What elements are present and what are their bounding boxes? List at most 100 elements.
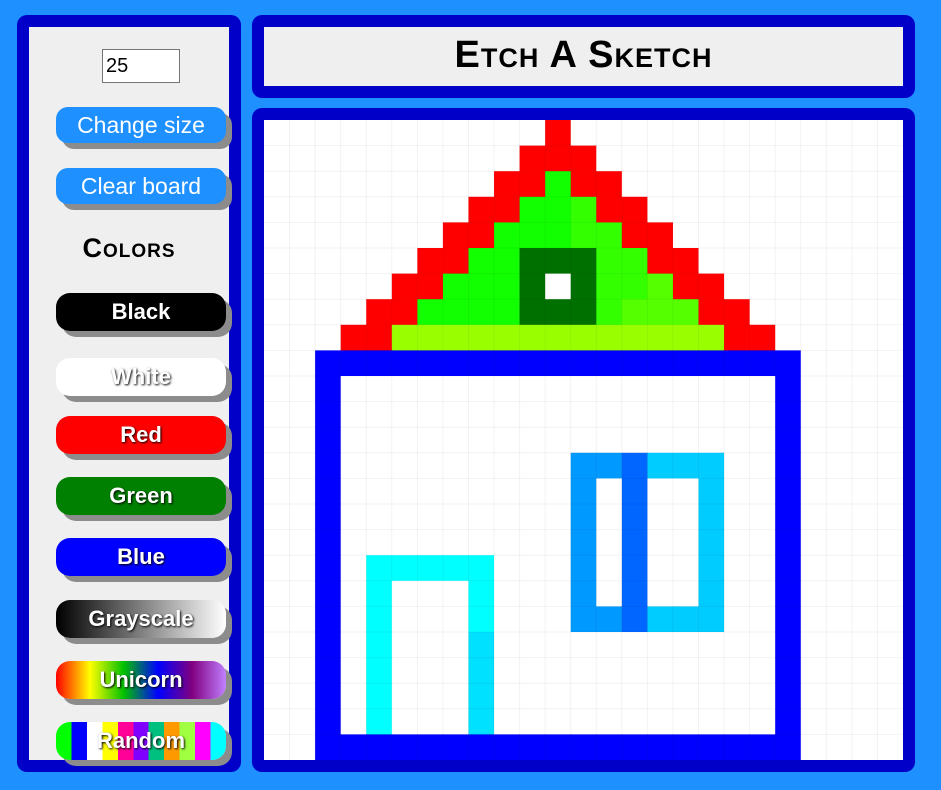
grid-cell[interactable]: [775, 606, 802, 633]
grid-cell[interactable]: [724, 401, 751, 428]
grid-cell[interactable]: [877, 196, 903, 223]
grid-cell[interactable]: [391, 120, 418, 147]
grid-cell[interactable]: [775, 401, 802, 428]
grid-cell[interactable]: [672, 248, 700, 275]
grid-cell[interactable]: [698, 708, 725, 735]
grid-cell[interactable]: [494, 324, 521, 351]
grid-cell[interactable]: [315, 196, 342, 223]
grid-cell[interactable]: [596, 350, 623, 377]
grid-cell[interactable]: [621, 580, 648, 607]
grid-cell[interactable]: [851, 324, 878, 351]
grid-cell[interactable]: [468, 171, 495, 198]
grid-cell[interactable]: [315, 504, 342, 531]
grid-cell[interactable]: [800, 222, 827, 249]
grid-cell[interactable]: [826, 299, 853, 326]
grid-cell[interactable]: [698, 196, 725, 223]
grid-cell[interactable]: [264, 196, 291, 223]
grid-cell[interactable]: [264, 171, 291, 198]
grid-cell[interactable]: [442, 222, 469, 249]
grid-cell[interactable]: [315, 427, 342, 454]
grid-cell[interactable]: [749, 529, 776, 556]
grid-cell[interactable]: [724, 248, 751, 275]
grid-cell[interactable]: [570, 120, 597, 147]
grid-cell[interactable]: [596, 657, 623, 684]
grid-cell[interactable]: [672, 299, 700, 326]
grid-cell[interactable]: [545, 452, 572, 479]
grid-cell[interactable]: [749, 478, 776, 505]
grid-cell[interactable]: [366, 580, 393, 607]
grid-cell[interactable]: [468, 683, 495, 710]
grid-cell[interactable]: [800, 273, 827, 300]
grid-cell[interactable]: [366, 555, 393, 582]
grid-cell[interactable]: [800, 504, 827, 531]
grid-cell[interactable]: [800, 632, 827, 659]
grid-cell[interactable]: [315, 350, 342, 377]
grid-cell[interactable]: [698, 350, 725, 377]
grid-cell[interactable]: [468, 606, 495, 633]
grid-cell[interactable]: [826, 324, 853, 351]
grid-cell[interactable]: [724, 555, 751, 582]
grid-cell[interactable]: [851, 478, 878, 505]
grid-cell[interactable]: [570, 299, 597, 326]
grid-cell[interactable]: [596, 734, 623, 760]
grid-cell[interactable]: [315, 734, 342, 760]
grid-cell[interactable]: [877, 708, 903, 735]
grid-cell[interactable]: [391, 350, 418, 377]
grid-cell[interactable]: [826, 120, 853, 147]
grid-cell[interactable]: [391, 427, 418, 454]
grid-cell[interactable]: [417, 555, 444, 582]
grid-cell[interactable]: [877, 299, 903, 326]
grid-cell[interactable]: [545, 273, 572, 300]
grid-cell[interactable]: [826, 273, 853, 300]
grid-cell[interactable]: [494, 350, 521, 377]
grid-cell[interactable]: [366, 145, 393, 172]
grid-cell[interactable]: [391, 196, 418, 223]
grid-cell[interactable]: [340, 529, 367, 556]
grid-cell[interactable]: [775, 734, 802, 760]
grid-cell[interactable]: [545, 299, 572, 326]
grid-cell[interactable]: [621, 273, 648, 300]
grid-cell[interactable]: [366, 324, 393, 351]
grid-cell[interactable]: [570, 196, 597, 223]
grid-cell[interactable]: [621, 606, 648, 633]
grid-cell[interactable]: [596, 171, 623, 198]
grid-cell[interactable]: [519, 171, 546, 198]
grid-cell[interactable]: [545, 478, 572, 505]
grid-cell[interactable]: [340, 145, 367, 172]
grid-cell[interactable]: [340, 427, 367, 454]
grid-cell[interactable]: [698, 376, 725, 403]
grid-cell[interactable]: [724, 273, 751, 300]
grid-cell[interactable]: [800, 478, 827, 505]
grid-cell[interactable]: [315, 324, 342, 351]
grid-cell[interactable]: [519, 606, 546, 633]
grid-cell[interactable]: [698, 734, 725, 760]
grid-cell[interactable]: [417, 222, 444, 249]
grid-cell[interactable]: [647, 196, 674, 223]
grid-cell[interactable]: [519, 299, 546, 326]
grid-cell[interactable]: [775, 222, 802, 249]
sketch-board[interactable]: [264, 120, 903, 760]
grid-cell[interactable]: [417, 350, 444, 377]
grid-cell[interactable]: [264, 580, 291, 607]
grid-cell[interactable]: [775, 376, 802, 403]
grid-cell[interactable]: [264, 632, 291, 659]
grid-cell[interactable]: [315, 171, 342, 198]
grid-cell[interactable]: [749, 196, 776, 223]
grid-cell[interactable]: [340, 273, 367, 300]
grid-cell[interactable]: [494, 222, 521, 249]
grid-cell[interactable]: [724, 196, 751, 223]
grid-cell[interactable]: [519, 529, 546, 556]
grid-cell[interactable]: [596, 683, 623, 710]
grid-cell[interactable]: [545, 324, 572, 351]
grid-cell[interactable]: [289, 427, 316, 454]
grid-cell[interactable]: [468, 145, 495, 172]
grid-cell[interactable]: [749, 452, 776, 479]
grid-cell[interactable]: [340, 376, 367, 403]
grid-cell[interactable]: [570, 504, 597, 531]
grid-cell[interactable]: [724, 376, 751, 403]
grid-cell[interactable]: [800, 401, 827, 428]
grid-cell[interactable]: [826, 683, 853, 710]
grid-cell[interactable]: [851, 580, 878, 607]
grid-cell[interactable]: [570, 529, 597, 556]
grid-cell[interactable]: [391, 606, 418, 633]
